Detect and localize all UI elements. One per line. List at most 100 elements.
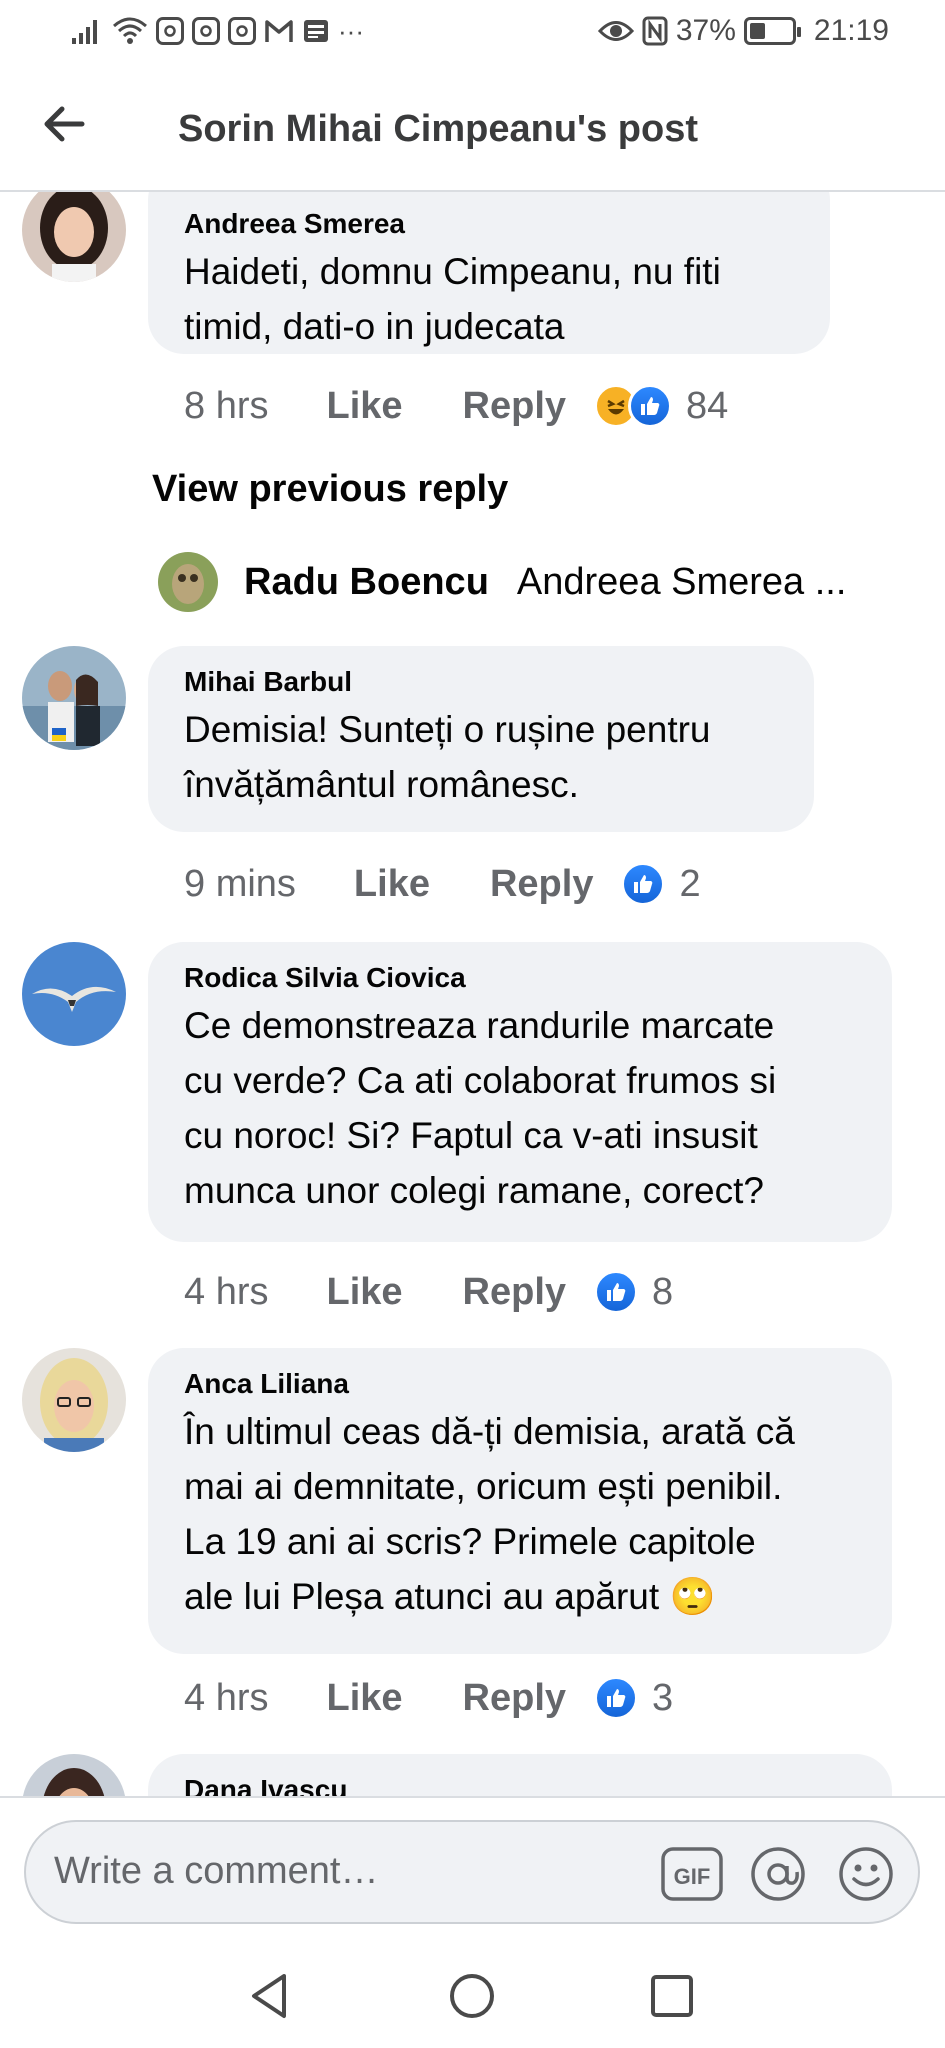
reaction-summary[interactable]: 2 — [621, 862, 701, 906]
reply-action[interactable]: Reply — [490, 863, 593, 906]
like-action[interactable]: Like — [326, 1271, 402, 1314]
reaction-count: 8 — [652, 1270, 674, 1313]
comment-actions: 8 hrs Like Reply 84 — [184, 376, 728, 436]
view-previous-reply-link[interactable]: View previous reply — [152, 468, 508, 511]
avatar[interactable] — [22, 1754, 126, 1796]
back-arrow-icon — [44, 106, 85, 142]
mention-button[interactable] — [750, 1846, 806, 1902]
avatar[interactable] — [22, 192, 126, 282]
reply-action[interactable]: Reply — [463, 1271, 566, 1314]
comment-time: 4 hrs — [184, 1270, 269, 1313]
reaction-count: 2 — [679, 862, 701, 905]
comments-feed[interactable]: Andreea Smerea Haideti, domnu Cimpeanu, … — [0, 192, 945, 1796]
status-right: 37% 21:19 — [597, 14, 889, 48]
nav-recents-button[interactable] — [644, 1968, 700, 2024]
battery-icon — [743, 17, 801, 45]
clock: 21:19 — [813, 14, 889, 47]
battery-percent: 37% — [675, 14, 736, 47]
comment-bubble[interactable]: Mihai Barbul Demisia! Sunteți o rușine p… — [148, 646, 814, 832]
app-header: Sorin Mihai Cimpeanu's post — [0, 66, 945, 192]
nav-back-button[interactable] — [242, 1968, 298, 2024]
square-recents-icon — [651, 1975, 693, 2017]
comment-bubble[interactable]: Rodica Silvia Ciovica Ce demonstreaza ra… — [148, 942, 892, 1242]
comment-text-line: cu noroc! Si? Faptul ca v-ati insusit — [184, 1115, 758, 1156]
avatar[interactable] — [22, 942, 126, 1046]
reply-action[interactable]: Reply — [463, 385, 566, 428]
like-action[interactable]: Like — [326, 385, 402, 428]
comment-text-line-with-emoji: ale lui Pleșa atunci au apărut 🙄 — [184, 1569, 856, 1624]
comment-time: 8 hrs — [184, 384, 269, 427]
comment-text-line: mai ai demnitate, oricum ești penibil. — [184, 1466, 783, 1507]
gif-button[interactable]: GIF — [660, 1846, 724, 1902]
comment-input[interactable]: Write a comment… GIF — [24, 1820, 920, 1924]
comment-time: 9 mins — [184, 862, 296, 905]
emoji-button[interactable] — [838, 1846, 894, 1902]
at-sign-icon — [751, 1847, 805, 1901]
comment-bubble[interactable]: Andreea Smerea Haideti, domnu Cimpeanu, … — [148, 192, 830, 354]
instagram-icon — [192, 17, 220, 45]
like-reaction-icon — [628, 384, 673, 428]
reaction-summary[interactable]: 84 — [594, 384, 728, 428]
comment-bubble[interactable]: Anca Liliana În ultimul ceas dă-ți demis… — [148, 1348, 892, 1654]
comment-actions: 4 hrs Like Reply 3 — [184, 1668, 673, 1728]
comment-text-line: învățământul românesc. — [184, 764, 579, 805]
comment-time: 4 hrs — [184, 1676, 269, 1719]
back-button[interactable] — [36, 96, 92, 152]
reaction-summary[interactable]: 3 — [594, 1676, 673, 1720]
reaction-summary[interactable]: 8 — [594, 1270, 673, 1314]
avatar[interactable] — [158, 552, 218, 612]
comment-actions: 4 hrs Like Reply 8 — [184, 1262, 673, 1322]
triangle-back-icon — [252, 1974, 286, 2018]
comment-text-line: cu verde? Ca ati colaborat frumos si — [184, 1060, 777, 1101]
reaction-count: 84 — [686, 384, 729, 427]
more-notifications: ··· — [338, 15, 364, 46]
comment-input-placeholder: Write a comment… — [54, 1850, 379, 1892]
comment-author[interactable]: Rodica Silvia Ciovica — [184, 958, 856, 998]
battery-level — [749, 23, 765, 39]
android-nav-bar — [0, 1944, 945, 2048]
status-left: ··· — [70, 14, 364, 48]
comment-text-line: ale lui Pleșa atunci au apărut — [184, 1576, 660, 1617]
news-icon — [302, 14, 330, 48]
gif-label: GIF — [674, 1864, 711, 1889]
reply-author[interactable]: Radu Boencu — [244, 561, 489, 604]
comment-actions: 9 mins Like Reply 2 — [184, 854, 701, 914]
nav-home-button[interactable] — [444, 1968, 500, 2024]
comment-bubble[interactable]: Dana Ivascu — [148, 1754, 892, 1796]
avatar[interactable] — [22, 1348, 126, 1452]
smiley-icon — [839, 1847, 893, 1901]
reaction-count: 3 — [652, 1676, 674, 1719]
like-action[interactable]: Like — [354, 863, 430, 906]
instagram-icon — [228, 17, 256, 45]
nfc-icon — [642, 14, 668, 48]
reply-snippet: Andreea Smerea ... — [516, 560, 847, 603]
wifi-icon — [112, 14, 148, 48]
comment-text-line: Ce demonstreaza randurile marcate — [184, 1005, 775, 1046]
comment-composer-bar: Write a comment… GIF — [0, 1796, 945, 1944]
gif-icon: GIF — [661, 1847, 723, 1901]
gmail-icon — [264, 14, 294, 48]
comment-text-line: În ultimul ceas dă-ți demisia, arată că — [184, 1411, 795, 1452]
like-reaction-icon — [594, 1270, 639, 1314]
like-reaction-icon — [594, 1676, 639, 1720]
comment-text-line: timid, dati-o in judecata — [184, 306, 565, 347]
comment-text-line: Demisia! Sunteți o rușine pentru — [184, 709, 711, 750]
avatar[interactable] — [22, 646, 126, 750]
signal-icon — [70, 14, 104, 48]
comment-author[interactable]: Anca Liliana — [184, 1364, 856, 1404]
comment-author[interactable]: Dana Ivascu — [184, 1770, 856, 1796]
page-title: Sorin Mihai Cimpeanu's post — [178, 108, 698, 150]
like-action[interactable]: Like — [326, 1677, 402, 1720]
like-reaction-icon — [621, 862, 666, 906]
comment-text-line: La 19 ani ai scris? Primele capitole — [184, 1521, 756, 1562]
comment-text-line: munca unor colegi ramane, corect? — [184, 1170, 764, 1211]
instagram-icon — [156, 17, 184, 45]
comment-text-line: Haideti, domnu Cimpeanu, nu fiti — [184, 251, 721, 292]
comment-author[interactable]: Mihai Barbul — [184, 662, 778, 702]
comment-author[interactable]: Andreea Smerea — [184, 204, 794, 244]
eye-icon — [597, 14, 634, 48]
reply-action[interactable]: Reply — [463, 1677, 566, 1720]
collapsed-reply[interactable]: Radu Boencu Andreea Smerea ... — [158, 550, 846, 614]
status-bar: ··· 37% 21:19 — [0, 0, 945, 66]
circle-home-icon — [450, 1974, 494, 2018]
